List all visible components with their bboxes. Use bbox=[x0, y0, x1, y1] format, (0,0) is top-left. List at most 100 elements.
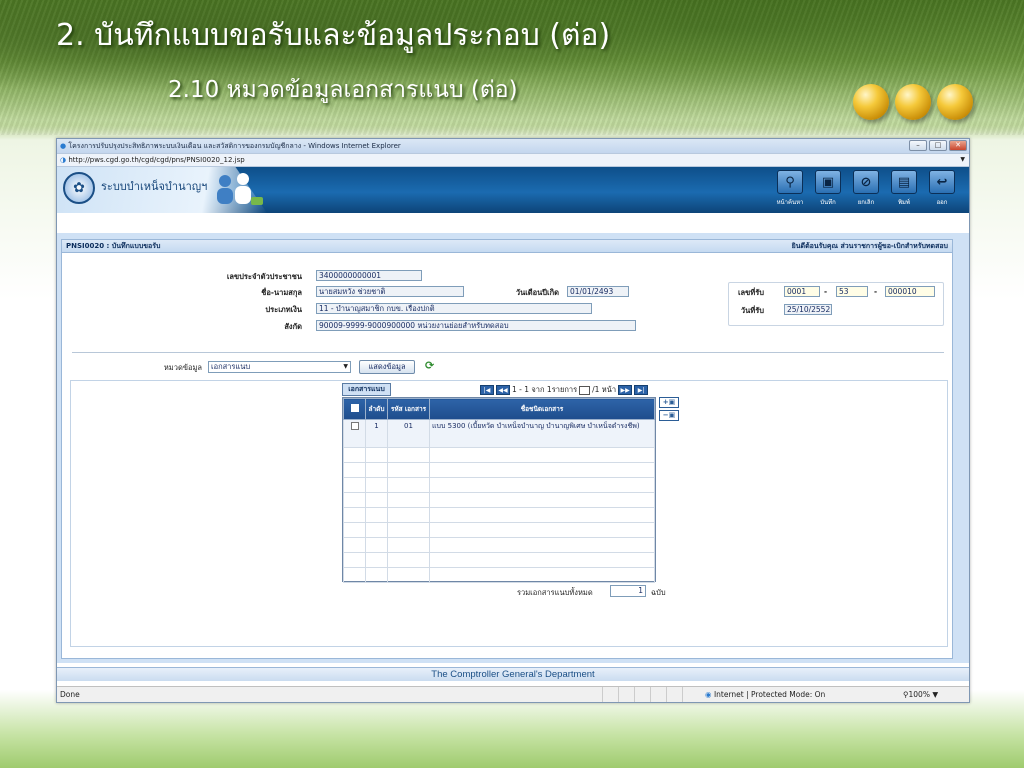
add-row-button[interactable]: +▣ bbox=[659, 397, 679, 408]
globe-icon: ◉ bbox=[705, 690, 712, 699]
cancel-button[interactable]: ⊘ ยกเลิก bbox=[851, 170, 881, 207]
row-actions: +▣ −▣ bbox=[659, 397, 679, 421]
category-select[interactable]: เอกสารแนบ ▼ bbox=[208, 361, 351, 373]
screen-title: PNSI0020 : บันทึกแบบขอรับ bbox=[66, 242, 161, 250]
zoom-control[interactable]: ⚲100% ▼ bbox=[903, 687, 938, 702]
save-icon: ▣ bbox=[815, 170, 841, 194]
print-icon: ▤ bbox=[891, 170, 917, 194]
attachments-table: ลำดับ รหัส เอกสาร ชื่อชนิดเอกสาร 1 01 แบ… bbox=[342, 397, 656, 583]
delete-row-button[interactable]: −▣ bbox=[659, 410, 679, 421]
row-code: 01 bbox=[387, 419, 430, 448]
checkbox-icon bbox=[350, 422, 359, 430]
birth-field[interactable]: 01/01/2493 bbox=[567, 286, 629, 297]
birth-label: วันเดือนปีเกิด bbox=[515, 288, 559, 297]
toolbar-label: พิมพ์ bbox=[898, 199, 910, 206]
toolbar-label: ยกเลิก bbox=[857, 199, 875, 206]
id-field[interactable]: 3400000000001 bbox=[316, 270, 422, 281]
row-no: 1 bbox=[365, 419, 388, 448]
pager-total: /1 หน้า bbox=[592, 385, 617, 394]
welcome-text: ยินดีต้อนรับคุณ ส่วนราชการผู้ขอ-เบิกสำหร… bbox=[791, 242, 948, 250]
slide-title: 2. บันทึกแบบขอรับและข้อมูลประกอบ (ต่อ) bbox=[56, 18, 611, 53]
zoom-text: 100% bbox=[908, 690, 930, 699]
table-row-empty bbox=[343, 537, 655, 553]
unit-field[interactable]: 90009-9999-9000900000 หน่วยงานย่อยสำหรับ… bbox=[316, 320, 636, 331]
app-name: ระบบบำเหน็จบำนาญฯ bbox=[101, 180, 208, 193]
category-selected: เอกสารแนบ bbox=[211, 362, 251, 371]
column-header: รหัส เอกสาร bbox=[387, 398, 430, 420]
browser-window: ● โครงการปรับปรุงประสิทธิภาพระบบเงินเดือ… bbox=[56, 138, 970, 703]
status-cells bbox=[602, 687, 698, 702]
next-page-button[interactable]: ▶▶ bbox=[618, 385, 633, 395]
exit-button[interactable]: ↩ ออก bbox=[927, 170, 957, 207]
tab-attachments[interactable]: เอกสารแนบ bbox=[342, 383, 391, 396]
chevron-down-icon[interactable]: ▼ bbox=[932, 690, 938, 699]
table-row-empty bbox=[343, 552, 655, 568]
name-label: ชื่อ-นามสกุล bbox=[261, 288, 302, 297]
receipt-no-part3-field[interactable]: 000010 bbox=[885, 286, 935, 297]
total-unit: ฉบับ bbox=[651, 588, 666, 597]
receipt-no-label: เลขที่รับ bbox=[737, 288, 764, 297]
app-footer: The Comptroller General's Department bbox=[57, 667, 969, 681]
search-page-button[interactable]: ⚲ หน้าค้นหา bbox=[775, 170, 805, 207]
address-dropdown-icon[interactable]: ▼ bbox=[960, 154, 965, 166]
minimize-button[interactable]: – bbox=[909, 140, 927, 151]
url-text[interactable]: http://pws.cgd.go.th/cgd/cgd/pns/PNSI002… bbox=[68, 156, 244, 164]
receipt-no-part2-field[interactable]: 53 bbox=[836, 286, 868, 297]
status-text: Done bbox=[60, 690, 80, 699]
id-label: เลขประจำตัวประชาชน bbox=[226, 272, 302, 281]
security-zone[interactable]: ◉ Internet | Protected Mode: On bbox=[705, 687, 825, 702]
show-data-button[interactable]: แสดงข้อมูล bbox=[359, 360, 415, 374]
refresh-icon[interactable]: ⟳ bbox=[425, 359, 434, 372]
table-row-empty bbox=[343, 447, 655, 463]
orb-icon bbox=[853, 84, 889, 120]
receipt-no-part1-field[interactable]: 0001 bbox=[784, 286, 820, 297]
receipt-date-field[interactable]: 25/10/2552 bbox=[784, 304, 832, 315]
window-title: โครงการปรับปรุงประสิทธิภาพระบบเงินเดือน … bbox=[68, 142, 401, 150]
last-page-button[interactable]: ▶| bbox=[634, 385, 649, 395]
slide-subtitle: 2.10 หมวดข้อมูลเอกสารแนบ (ต่อ) bbox=[168, 77, 518, 103]
row-doc-name: แบบ 5300 (เบี้ยหวัด บำเหน็จบำนาญ บำนาญพิ… bbox=[429, 419, 655, 448]
prev-page-button[interactable]: ◀◀ bbox=[496, 385, 510, 395]
search-icon: ⚲ bbox=[777, 170, 803, 194]
select-all-checkbox[interactable] bbox=[343, 398, 366, 420]
save-button[interactable]: ▣ บันทึก bbox=[813, 170, 843, 207]
exit-icon: ↩ bbox=[929, 170, 955, 194]
pager-range: 1 - 1 จาก 1รายการ bbox=[512, 385, 578, 394]
dash-separator: - bbox=[874, 287, 878, 296]
maximize-button[interactable]: □ bbox=[929, 140, 947, 151]
row-checkbox[interactable] bbox=[343, 419, 366, 448]
table-row-empty bbox=[343, 462, 655, 478]
print-button[interactable]: ▤ พิมพ์ bbox=[889, 170, 919, 207]
column-header: ชื่อชนิดเอกสาร bbox=[429, 398, 655, 420]
unit-label: สังกัด bbox=[284, 322, 302, 331]
column-header: ลำดับ bbox=[365, 398, 388, 420]
name-field[interactable]: นายสมหวัง ช่วยชาติ bbox=[316, 286, 464, 297]
table-row-empty bbox=[343, 507, 655, 523]
first-page-button[interactable]: |◀ bbox=[480, 385, 494, 395]
address-bar[interactable]: ◑ http://pws.cgd.go.th/cgd/cgd/pns/PNSI0… bbox=[57, 153, 969, 167]
money-type-field[interactable]: 11 - บำนาญสมาชิก กบข. เรื่องปกติ bbox=[316, 303, 592, 314]
page-number-input[interactable] bbox=[579, 385, 591, 395]
close-button[interactable]: ✕ bbox=[949, 140, 967, 151]
window-titlebar: ● โครงการปรับปรุงประสิทธิภาพระบบเงินเดือ… bbox=[57, 139, 969, 153]
toolbar-label: ออก bbox=[936, 199, 948, 206]
table-row-empty bbox=[343, 492, 655, 508]
dash-separator: - bbox=[824, 287, 828, 296]
panel-header: PNSI0020 : บันทึกแบบขอรับ ยินดีต้อนรับคุ… bbox=[62, 240, 952, 253]
cancel-icon: ⊘ bbox=[853, 170, 879, 194]
content-area: PNSI0020 : บันทึกแบบขอรับ ยินดีต้อนรับคุ… bbox=[57, 233, 969, 663]
department-logo: ✿ bbox=[63, 172, 95, 204]
toolbar: ⚲ หน้าค้นหา ▣ บันทึก ⊘ ยกเลิก ▤ พิมพ์ ↩ … bbox=[775, 170, 957, 207]
total-label: รวมเอกสารแนบทั้งหมด bbox=[517, 588, 593, 597]
orb-icon bbox=[895, 84, 931, 120]
table-row-empty bbox=[343, 477, 655, 493]
people-illustration-icon bbox=[217, 173, 263, 205]
total-field: 1 bbox=[610, 585, 646, 597]
checkbox-icon bbox=[350, 404, 359, 412]
pager: |◀ ◀◀ 1 - 1 จาก 1รายการ /1 หน้า ▶▶ ▶| bbox=[480, 384, 649, 396]
table-row[interactable]: 1 01 แบบ 5300 (เบี้ยหวัด บำเหน็จบำนาญ บำ… bbox=[343, 419, 655, 448]
table-row-empty bbox=[343, 522, 655, 538]
orb-icon bbox=[937, 84, 973, 120]
receipt-date-label: วันที่รับ bbox=[740, 306, 764, 315]
chevron-down-icon[interactable]: ▼ bbox=[343, 362, 348, 372]
